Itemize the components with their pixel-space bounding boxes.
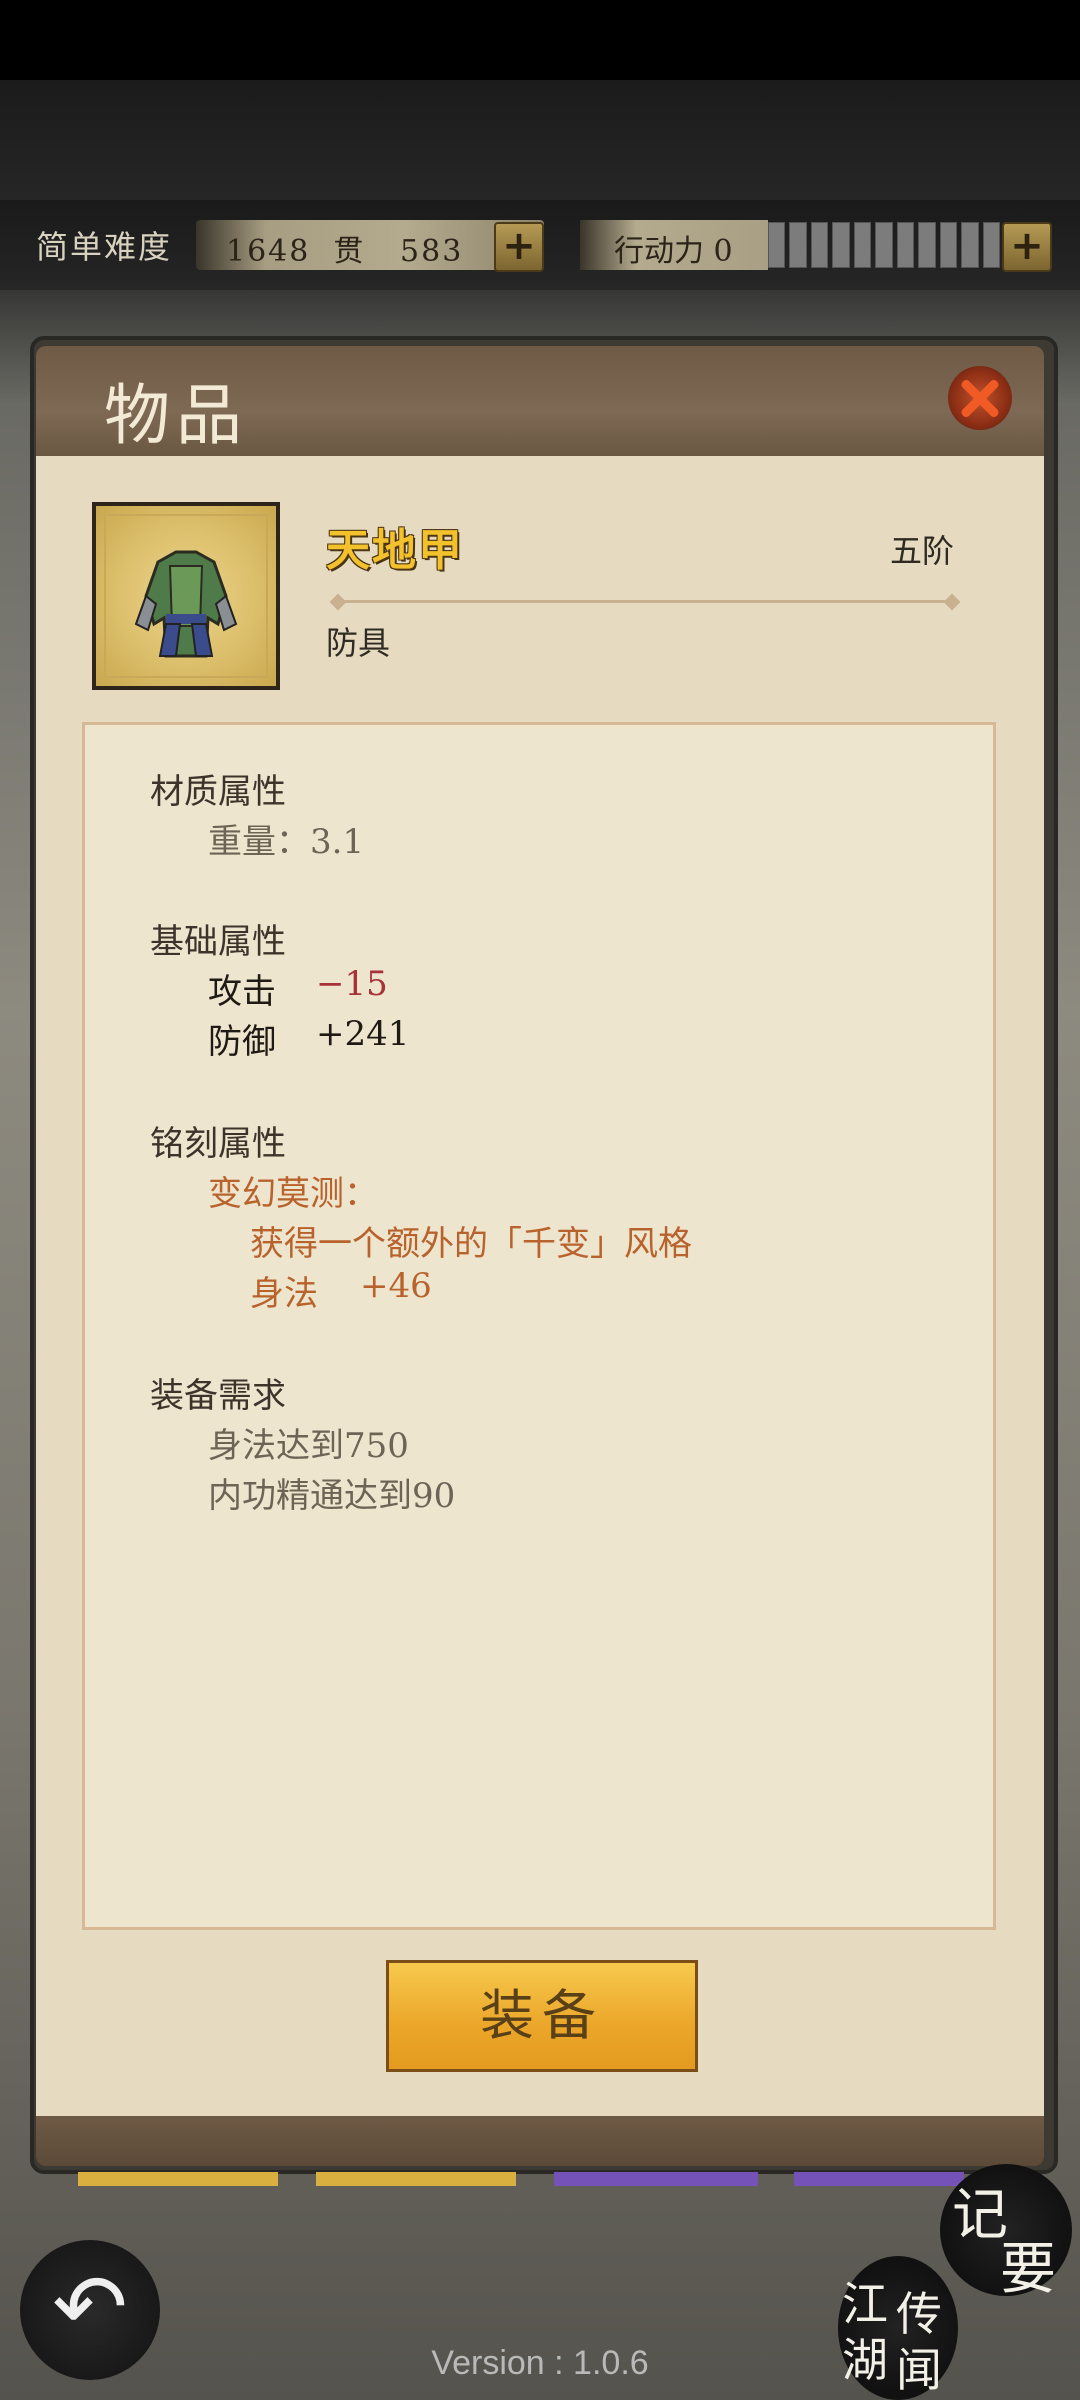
attributes-frame bbox=[82, 722, 996, 1930]
engrave-stat-label: 身法 bbox=[250, 1274, 318, 1314]
bottom-tab[interactable] bbox=[316, 2172, 516, 2186]
base-section-title: 基础属性 bbox=[150, 922, 286, 962]
action-points-meter bbox=[768, 222, 1000, 268]
divider bbox=[336, 600, 954, 603]
requirement-item: 内功精通达到90 bbox=[208, 1476, 456, 1516]
add-money-button[interactable]: + bbox=[494, 222, 544, 272]
bottom-tab[interactable] bbox=[78, 2172, 278, 2186]
action-points-label: 行动力 0 bbox=[614, 234, 733, 269]
frame-corner bbox=[82, 1893, 119, 1930]
defense-label: 防御 bbox=[208, 1022, 276, 1062]
panel-footer bbox=[36, 2116, 1044, 2166]
material-section-title: 材质属性 bbox=[150, 772, 286, 812]
equip-button[interactable]: 装备 bbox=[386, 1960, 698, 2072]
panel-title: 物品 bbox=[104, 377, 248, 454]
add-action-button[interactable]: + bbox=[1002, 222, 1052, 272]
item-name: 天地甲 bbox=[326, 525, 464, 576]
bottom-tab[interactable] bbox=[554, 2172, 758, 2186]
armor-icon bbox=[134, 550, 238, 658]
version-label: Version : 1.0.6 bbox=[431, 2344, 649, 2382]
defense-value: +241 bbox=[316, 1014, 410, 1054]
notes-button[interactable]: 记 要 bbox=[940, 2164, 1072, 2302]
engrave-description: 获得一个额外的「千变」风格 bbox=[250, 1224, 692, 1264]
frame-corner bbox=[959, 1893, 996, 1930]
money-value: 1648 贯 583 文 bbox=[226, 234, 530, 269]
frame-corner bbox=[959, 722, 996, 759]
requirement-item: 身法达到750 bbox=[208, 1426, 409, 1466]
frame-corner bbox=[82, 722, 119, 759]
item-tier: 五阶 bbox=[890, 532, 955, 570]
requirements-section-title: 装备需求 bbox=[150, 1376, 286, 1416]
attack-value: −15 bbox=[316, 964, 388, 1004]
engrave-name: 变幻莫测： bbox=[208, 1174, 378, 1214]
top-black-bar bbox=[0, 0, 1080, 80]
difficulty-label: 简单难度 bbox=[36, 228, 173, 266]
engrave-stat-value: +46 bbox=[360, 1266, 432, 1306]
item-type: 防具 bbox=[326, 624, 391, 662]
item-icon-frame[interactable] bbox=[92, 502, 280, 690]
attack-label: 攻击 bbox=[208, 972, 276, 1012]
bottom-tab[interactable] bbox=[794, 2172, 964, 2186]
engrave-section-title: 铭刻属性 bbox=[150, 1124, 286, 1164]
weight-value: 重量：3.1 bbox=[208, 822, 365, 862]
close-icon[interactable] bbox=[948, 366, 1012, 430]
notes-label: 要 bbox=[1000, 2237, 1056, 2302]
